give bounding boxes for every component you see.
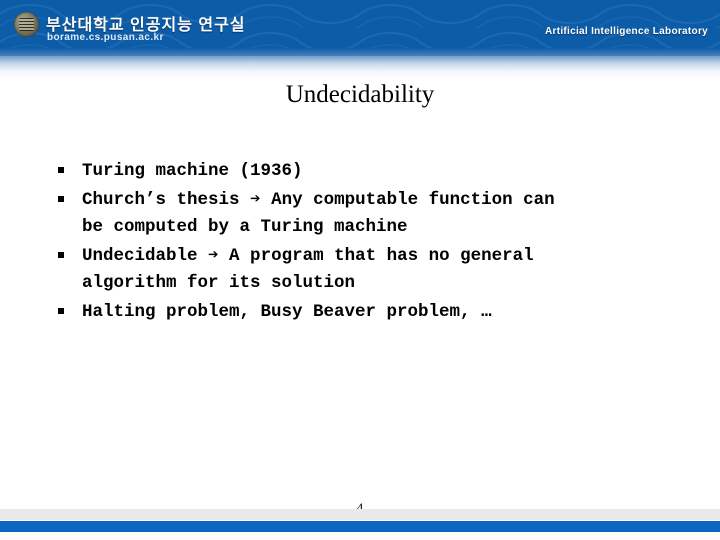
list-item-text: Undecidable ➔ A program that has no gene… [82,246,534,293]
bullet-square-icon [58,299,82,326]
list-item-text: Church’s thesis ➔ Any computable functio… [82,190,555,237]
footer-white-strip [0,532,720,540]
page-title: Undecidability [285,81,435,108]
lab-url: borame.cs.pusan.ac.kr [47,32,164,43]
footer-blue-bar [0,521,720,532]
bullet-square-icon [58,243,82,270]
lab-name-english: Artificial Intelligence Laboratory [544,26,708,37]
header-gradient-fade [0,48,720,80]
footer-gray-band [0,509,720,520]
list-item: Turing machine (1936) [58,158,678,185]
list-item-text: Halting problem, Busy Beaver problem, … [82,302,492,322]
bullet-square-icon [58,187,82,214]
bullet-list: Turing machine (1936) Church’s thesis ➔ … [58,158,678,328]
slide-canvas: 부산대학교 인공지능 연구실 borame.cs.pusan.ac.kr Art… [0,0,720,540]
bullet-square-icon [58,158,82,185]
seal-inner-detail [19,18,34,31]
list-item-text: Turing machine (1936) [82,161,303,181]
list-item: Church’s thesis ➔ Any computable functio… [58,187,678,241]
university-seal-icon [14,12,39,37]
list-item: Halting problem, Busy Beaver problem, … [58,299,678,326]
list-item: Undecidable ➔ A program that has no gene… [58,243,678,297]
